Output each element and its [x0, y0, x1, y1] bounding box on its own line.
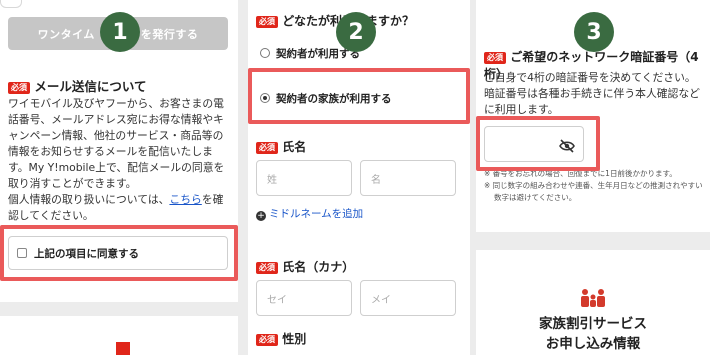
required-badge: 必須	[256, 15, 278, 28]
radio-self[interactable]	[260, 48, 270, 58]
privacy-text-prefix: 個人情報の取り扱いについては、	[8, 193, 170, 206]
step-3-badge: 3	[574, 12, 614, 52]
required-badge: 必須	[256, 261, 278, 274]
section-divider	[476, 232, 710, 250]
highlight-pin-input	[476, 116, 600, 171]
highlight-family-option	[248, 68, 470, 124]
privacy-link[interactable]: こちら	[169, 193, 201, 206]
section-divider	[0, 302, 238, 316]
partial-icon	[116, 342, 130, 355]
user-info-panel: 必須 どなたが利用しますか？ 契約者が利用する 契約者の家族が利用する 必須 氏…	[248, 0, 470, 355]
kana-label-text: 氏名（カナ）	[282, 260, 355, 274]
family-section-title-1: 家族割引サービス	[539, 316, 647, 332]
mail-title-text: メール送信について	[34, 79, 147, 94]
mail-consent-panel: ワンタイム を発行する 必須 メール送信について ワイモバイル及びヤフーから、お…	[0, 0, 238, 355]
required-badge: 必須	[256, 141, 278, 154]
family-icon	[580, 288, 606, 312]
gender-label: 必須 性別	[256, 330, 306, 347]
gender-label-text: 性別	[282, 332, 307, 346]
first-name-input[interactable]: 名	[360, 160, 456, 196]
last-name-input[interactable]: 姓	[256, 160, 352, 196]
highlight-agree	[0, 225, 238, 281]
mail-description: ワイモバイル及びヤフーから、お客さまの電話番号、メールアドレス宛にお得な情報やキ…	[8, 96, 230, 224]
required-badge: 必須	[484, 51, 506, 64]
middle-name-link-text: ミドルネームを追加	[269, 208, 364, 220]
network-pin-panel: 必須 ご希望のネットワーク暗証番号（4桁） ご自身で4桁の暗証番号を決めてくださ…	[476, 0, 710, 355]
mail-text: ワイモバイル及びヤフーから、お客さまの電話番号、メールアドレス宛にお得な情報やキ…	[8, 97, 225, 190]
kana-label: 必須 氏名（カナ）	[256, 258, 354, 275]
user-question: 必須 どなたが利用しますか？	[256, 12, 414, 29]
family-section-title-2: お申し込み情報	[545, 336, 641, 352]
step-2-badge: 2	[336, 12, 376, 52]
plus-icon: +	[256, 211, 266, 221]
name-label: 必須 氏名	[256, 138, 306, 155]
required-badge: 必須	[256, 333, 278, 346]
pin-notes: ※ 番号をお忘れの場合、回復までに1日前後かかります。 ※ 同じ数字の組み合わせ…	[484, 168, 706, 204]
pin-description: ご自身で4桁の暗証番号を決めてください。暗証番号は各種お手続きに伴う本人確認など…	[484, 71, 700, 116]
first-kana-input[interactable]: メイ	[360, 280, 456, 316]
pin-note-2: ※ 同じ数字の組み合わせや連番、生年月日などの推測されやすい数字は避けてください…	[484, 181, 703, 202]
collapsed-tab	[0, 0, 22, 8]
required-badge: 必須	[8, 81, 30, 94]
add-middle-name-link[interactable]: + ミドルネームを追加	[256, 206, 366, 222]
last-kana-input[interactable]: セイ	[256, 280, 352, 316]
name-label-text: 氏名	[282, 140, 307, 154]
step-1-badge: 1	[100, 12, 140, 52]
mail-section-title: 必須 メール送信について	[8, 76, 147, 95]
